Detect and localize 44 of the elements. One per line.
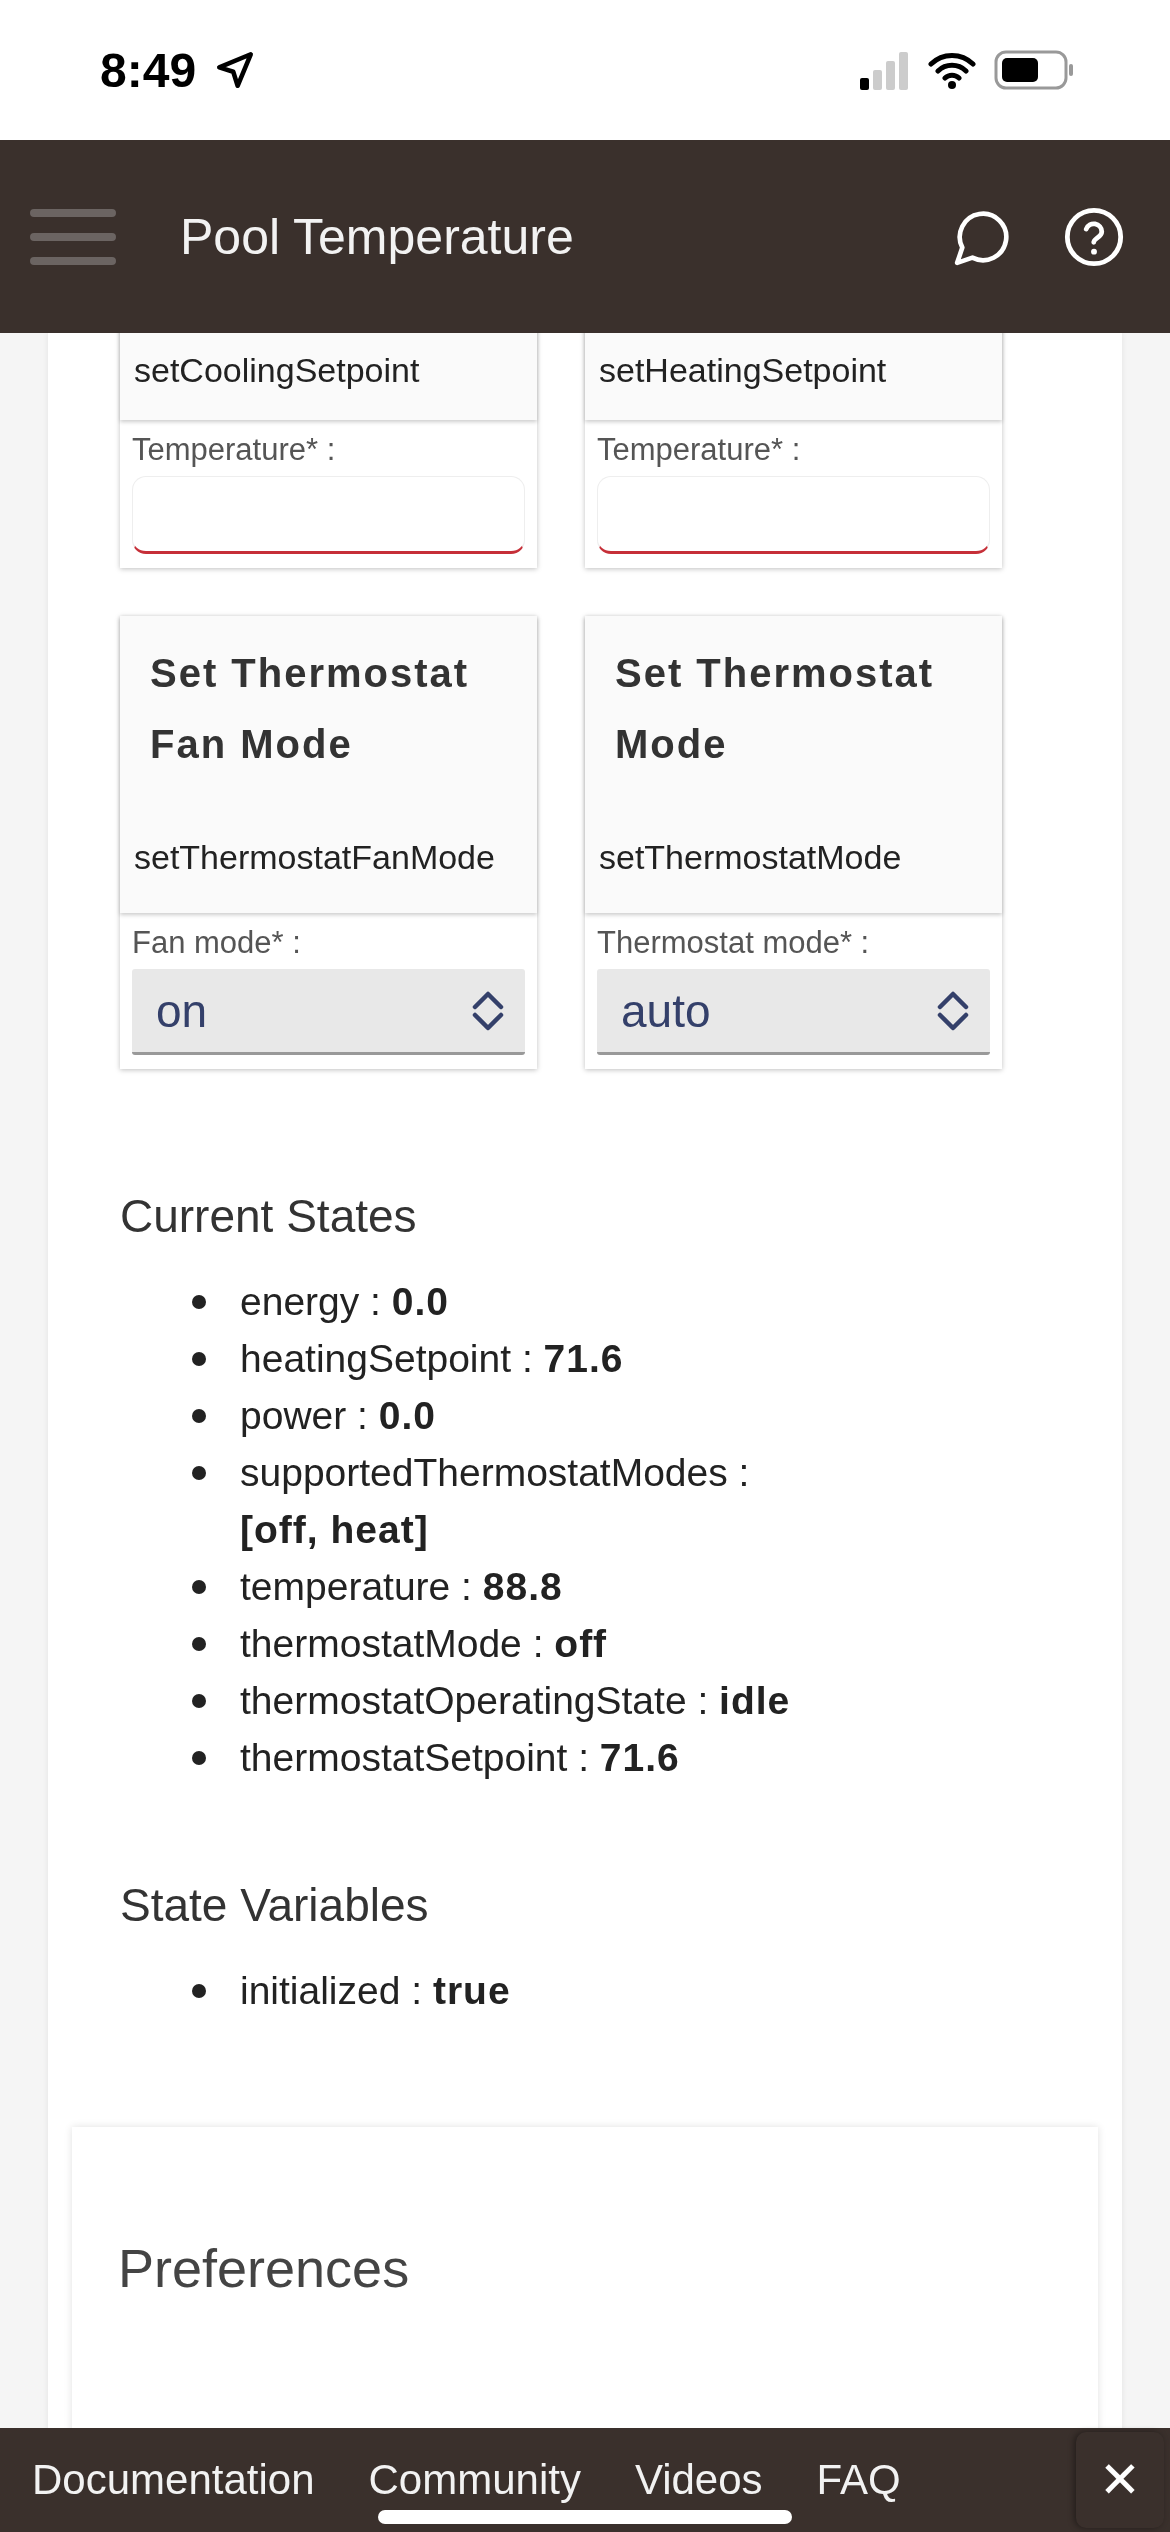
section-heading: State Variables <box>120 1878 430 1932</box>
bullet-icon <box>192 1984 206 1998</box>
card-title: Set Thermostat Mode <box>614 650 936 768</box>
state-item: initialized : true <box>240 1968 512 2014</box>
bullet-icon <box>192 1694 206 1708</box>
status-time: 8:49 <box>100 42 197 98</box>
field-label: Thermostat mode* : <box>597 925 871 961</box>
nav-link[interactable]: Community <box>368 2456 581 2504</box>
bullet-icon <box>192 1295 206 1309</box>
bullet-icon <box>192 1637 206 1651</box>
method-name: setThermostatMode <box>599 838 903 877</box>
bullet-icon <box>192 1352 206 1366</box>
state-item: power : 0.0 <box>240 1393 437 1439</box>
input-field[interactable] <box>132 476 525 554</box>
signal-icon <box>860 50 910 90</box>
nav-link[interactable]: FAQ <box>816 2456 901 2504</box>
card-title: Set Thermostat Fan Mode <box>149 650 471 768</box>
state-item: energy : 0.0 <box>240 1279 450 1325</box>
method-name: setCoolingSetpoint <box>134 350 421 390</box>
select-field[interactable]: auto <box>597 969 990 1055</box>
wifi-icon <box>928 51 976 89</box>
field-label: Fan mode* : <box>132 925 302 961</box>
method-name: setHeatingSetpoint <box>599 350 888 390</box>
bullet-icon <box>192 1580 206 1594</box>
nav-link[interactable]: Videos <box>634 2456 763 2504</box>
bullet-icon <box>192 1751 206 1765</box>
state-item: thermostatOperatingState : idle <box>240 1678 792 1724</box>
method-name: setThermostatFanMode <box>134 838 496 877</box>
section-heading: Current States <box>120 1189 418 1243</box>
bullet-icon <box>192 1409 206 1423</box>
select-field[interactable]: on <box>132 969 525 1055</box>
bullet-icon <box>192 1466 206 1480</box>
state-item: temperature : 88.8 <box>240 1564 564 1610</box>
state-item: thermostatMode : off <box>240 1621 609 1667</box>
state-item: heatingSetpoint : 71.6 <box>240 1336 625 1382</box>
page-title: Pool Temperature <box>180 207 575 266</box>
nav-link[interactable]: Documentation <box>32 2456 315 2504</box>
close-button[interactable]: ✕ <box>1076 2432 1164 2528</box>
battery-icon <box>994 50 1074 90</box>
input-field[interactable] <box>597 476 990 554</box>
field-label: Temperature* : <box>132 432 337 468</box>
state-item: thermostatSetpoint : 71.6 <box>240 1735 681 1781</box>
field-label: Temperature* : <box>597 432 802 468</box>
preferences-title: Preferences <box>118 2237 411 2299</box>
